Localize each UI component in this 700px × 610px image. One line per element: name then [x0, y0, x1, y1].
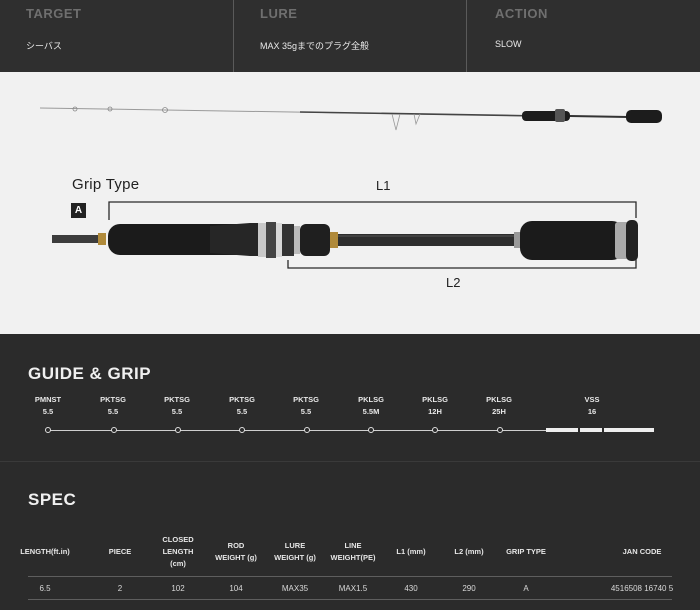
grip-segment [546, 428, 578, 432]
target-label: TARGET [26, 6, 82, 21]
grip-type-title: Grip Type [72, 176, 140, 193]
guide-item: PKTSG 5.5 [157, 394, 197, 418]
action-column: ACTION SLOW [466, 0, 699, 72]
guide-grip-title: GUIDE & GRIP [28, 364, 152, 383]
guide-marker [368, 427, 374, 433]
cell-piece: 2 [117, 584, 123, 593]
guide-marker [175, 427, 181, 433]
guide-size: 16 [587, 407, 597, 416]
guide-item: PKLSG 12H [415, 394, 455, 418]
guide-item: PKTSG 5.5 [286, 394, 326, 418]
l1-label: L1 [376, 178, 391, 193]
l1-dimension-bracket [108, 201, 637, 220]
guide-name: PKLSG [486, 395, 512, 404]
guide-size: 25H [492, 407, 506, 416]
table-row: 6.5 2 102 104 MAX35 MAX1.5 430 290 A 451… [28, 576, 674, 600]
guide-size: 5.5 [42, 407, 54, 416]
l2-label: L2 [446, 275, 461, 290]
spec-table-header: LENGTH(ft.in) PIECE CLOSED LENGTH (cm) ROD… [20, 532, 672, 576]
guide-layout-line [47, 430, 547, 431]
guide-item: VSS 16 [572, 394, 612, 418]
header-rod-weight: ROD WEIGHT (g) [215, 541, 257, 562]
cell-jan-code: 4516508 16740 5 [610, 584, 674, 593]
guide-size: 5.5 [236, 407, 248, 416]
header-line-weight: LINE WEIGHT(PE) [330, 541, 376, 562]
guide-name: PKTSG [164, 395, 190, 404]
cell-rod-weight: 104 [229, 584, 243, 593]
spec-section: SPEC LENGTH(ft.in) PIECE CLOSED LENGTH (cm… [0, 461, 700, 610]
guide-marker [239, 427, 245, 433]
header-length: LENGTH(ft.in) [20, 547, 70, 556]
grip-segment [580, 428, 602, 432]
guide-item: PKTSG 5.5 [93, 394, 133, 418]
header-piece: PIECE [108, 547, 132, 556]
guide-marker [45, 427, 51, 433]
header-lure-weight: LURE WEIGHT (g) [274, 541, 316, 562]
grip-type-badge: A [71, 203, 86, 218]
guide-marker [497, 427, 503, 433]
guide-marker [304, 427, 310, 433]
lure-label: LURE [260, 6, 298, 21]
guide-size: 12H [428, 407, 442, 416]
guide-size: 5.5 [171, 407, 183, 416]
target-column: TARGET シーバス [0, 0, 233, 72]
header-grip-type: GRIP TYPE [506, 547, 546, 556]
grip-segment [604, 428, 654, 432]
guide-marker [111, 427, 117, 433]
cell-line-weight: MAX1.5 [338, 584, 368, 593]
guide-grip-section: GUIDE & GRIP PMNST 5.5 PKTSG 5.5 PKTSG 5… [0, 334, 700, 460]
action-label: ACTION [495, 6, 548, 21]
guide-item: PMNST 5.5 [28, 394, 68, 418]
rod-illustration [39, 106, 662, 269]
guide-marker [432, 427, 438, 433]
lure-value: MAX 35gまでのプラグ全般 [260, 41, 370, 51]
cell-grip-type: A [523, 584, 529, 593]
guide-name: VSS [584, 395, 600, 404]
spec-title: SPEC [28, 490, 77, 509]
guide-item: PKLSG 25H [479, 394, 519, 418]
header-closed-length: CLOSED LENGTH (cm) [162, 535, 194, 568]
grip-closeup-image [52, 220, 638, 261]
cell-l2: 290 [462, 584, 476, 593]
target-value: シーバス [26, 41, 62, 51]
product-page: TARGET シーバス LURE MAX 35gまでのプラグ全般 ACTION … [0, 0, 700, 610]
guide-name: PKTSG [100, 395, 126, 404]
cell-closed-length: 102 [171, 584, 185, 593]
lure-column: LURE MAX 35gまでのプラグ全般 [233, 0, 466, 72]
top-info-bar: TARGET シーバス LURE MAX 35gまでのプラグ全般 ACTION … [0, 0, 700, 72]
spec-table: LENGTH(ft.in) PIECE CLOSED LENGTH (cm) ROD… [20, 532, 674, 600]
guide-name: PKTSG [293, 395, 319, 404]
full-rod-image [39, 106, 662, 131]
cell-lure-weight: MAX35 [281, 584, 309, 593]
header-l1: L1 (mm) [396, 547, 426, 556]
guide-name: PKLSG [358, 395, 384, 404]
cell-length: 6.5 [39, 584, 51, 593]
guide-size: 5.5 [300, 407, 312, 416]
guide-size: 5.5 [107, 407, 119, 416]
guide-name: PKTSG [229, 395, 255, 404]
guide-item: PKLSG 5.5M [351, 394, 391, 418]
guide-name: PKLSG [422, 395, 448, 404]
action-value: SLOW [495, 39, 522, 49]
header-l2: L2 (mm) [454, 547, 484, 556]
header-jan-code: JAN CODE [622, 547, 662, 556]
cell-l1: 430 [404, 584, 418, 593]
guide-size: 5.5M [362, 407, 380, 416]
guide-name: PMNST [34, 395, 62, 404]
product-image-area: Grip Type A L1 L2 [0, 72, 700, 334]
guide-item: PKTSG 5.5 [222, 394, 262, 418]
